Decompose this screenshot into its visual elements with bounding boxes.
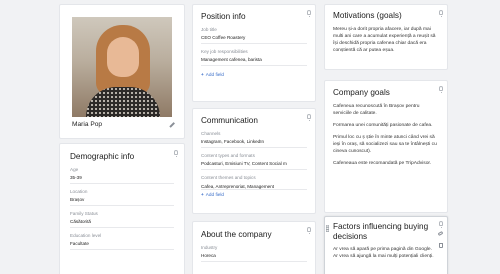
- link-icon[interactable]: [437, 230, 444, 237]
- content-types-label: Content types and formats: [201, 153, 255, 159]
- persona-card: Maria Pop: [59, 4, 185, 139]
- industry-label: Industry: [201, 245, 218, 251]
- persona-name: Maria Pop: [72, 121, 103, 128]
- add-field-button[interactable]: + Add field: [201, 192, 307, 197]
- company-goals-title: Company goals: [333, 88, 390, 97]
- content-themes-value[interactable]: Cafea, Antreprenoriat, Management: [201, 183, 307, 191]
- factor-item[interactable]: Ar vrea să ajungă la mai mulți potențial…: [333, 254, 437, 261]
- position-info-title: Position info: [201, 12, 246, 21]
- company-goal-item[interactable]: Cafeneaua este recomandată pe TripAdviso…: [333, 161, 439, 168]
- age-label: Age: [70, 167, 79, 173]
- motivations-title: Motivations (goals): [333, 11, 402, 20]
- lightbulb-icon[interactable]: [307, 10, 311, 18]
- responsibilities-value[interactable]: Management cafenea, barista: [201, 57, 307, 67]
- location-value[interactable]: Brașov: [70, 197, 174, 207]
- age-value[interactable]: 35-39: [70, 175, 174, 185]
- job-title-label: Job title: [201, 27, 217, 33]
- motivations-card: Motivations (goals) Mereu și-a dorit pro…: [324, 4, 448, 70]
- industry-value[interactable]: Horeca: [201, 253, 307, 263]
- trash-icon[interactable]: [439, 243, 443, 248]
- demographic-card: Demographic info Age 35-39 Location Braș…: [59, 143, 185, 274]
- company-goal-item[interactable]: Formarea unei comunități pasionate de ca…: [333, 123, 439, 130]
- lightbulb-icon[interactable]: [174, 150, 178, 158]
- factors-card: Factors influencing buying decisions Ar …: [324, 216, 448, 274]
- factors-title: Factors influencing buying decisions: [333, 222, 429, 242]
- about-company-title: About the company: [201, 230, 272, 239]
- edit-name-icon[interactable]: [168, 121, 176, 129]
- about-company-card: About the company Industry Horeca: [192, 221, 316, 274]
- plus-icon: +: [201, 72, 204, 78]
- position-info-card: Position info Job title CEO Coffee Roast…: [192, 4, 316, 102]
- education-level-value[interactable]: Facultate: [70, 241, 174, 251]
- job-title-value[interactable]: CEO Coffee Roastery: [201, 35, 307, 45]
- education-level-label: Education level: [70, 233, 102, 239]
- factor-item[interactable]: Ar vrea să apară pe prima pagină din Goo…: [333, 247, 437, 254]
- lightbulb-icon[interactable]: [439, 86, 443, 94]
- communication-card: Communication Channels Instagram, Facebo…: [192, 108, 316, 214]
- location-label: Location: [70, 189, 88, 195]
- channels-label: Channels: [201, 131, 221, 137]
- communication-title: Communication: [201, 116, 258, 125]
- lightbulb-icon[interactable]: [439, 221, 443, 229]
- company-goal-item[interactable]: Primul loc cu ș știe în minte atunci cân…: [333, 135, 439, 156]
- content-types-value[interactable]: Podcasturi, Emisiuni TV, Content Social …: [201, 161, 307, 171]
- company-goal-item[interactable]: Cafeneua recunoscută în Brașov pentru se…: [333, 104, 439, 118]
- channels-value[interactable]: Instagram, Facebook, LinkedIn: [201, 139, 307, 149]
- motivations-text[interactable]: Mereu și-a dorit propria afacere, iar du…: [333, 27, 439, 55]
- add-field-button[interactable]: + Add field: [201, 72, 307, 77]
- lightbulb-icon[interactable]: [307, 114, 311, 122]
- responsibilities-label: Key job responsibilities: [201, 49, 248, 55]
- plus-icon: +: [201, 192, 204, 198]
- content-themes-label: Content themes and topics: [201, 175, 256, 181]
- family-status-label: Family Status: [70, 211, 98, 217]
- company-goals-card: Company goals Cafeneua recunoscută în Br…: [324, 80, 448, 213]
- lightbulb-icon[interactable]: [307, 227, 311, 235]
- drag-handle-icon[interactable]: [326, 225, 329, 232]
- demographic-title: Demographic info: [70, 152, 135, 161]
- lightbulb-icon[interactable]: [439, 10, 443, 18]
- family-status-value[interactable]: Căsătorită: [70, 219, 174, 229]
- persona-photo: [72, 17, 172, 117]
